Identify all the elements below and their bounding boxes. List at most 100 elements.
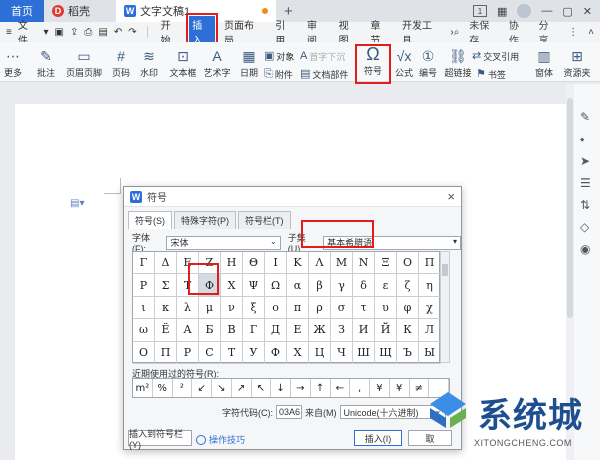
- symbol-cell[interactable]: Ι: [265, 252, 287, 275]
- search-icon[interactable]: ⌕: [454, 27, 460, 38]
- recent-symbol-cell[interactable]: →: [291, 379, 311, 397]
- symbol-cell[interactable]: Ф: [265, 341, 287, 364]
- font-select[interactable]: 宋体 ⌄: [166, 235, 281, 250]
- symbol-cell[interactable]: μ: [199, 296, 221, 320]
- symbol-cell[interactable]: Δ: [155, 252, 177, 275]
- symbol-cell[interactable]: Σ: [155, 274, 177, 297]
- ribbon-object-button[interactable]: ▣ 对象: [264, 48, 294, 64]
- sliders-icon[interactable]: ⇅: [580, 198, 590, 212]
- symbol-cell[interactable]: Й: [375, 319, 397, 342]
- maximize-icon[interactable]: ▢: [562, 5, 572, 18]
- symbol-cell[interactable]: Ν: [353, 252, 375, 275]
- symbol-cell[interactable]: Ц: [309, 341, 331, 364]
- ribbon-formula-button[interactable]: √x 公式: [392, 48, 416, 79]
- symbol-cell[interactable]: Д: [265, 319, 287, 342]
- tips-link[interactable]: 操作技巧: [196, 433, 245, 446]
- symbol-cell[interactable]: Η: [221, 252, 243, 275]
- scrollbar-thumb[interactable]: [442, 264, 448, 276]
- symbol-cell[interactable]: Ξ: [375, 252, 397, 275]
- symbol-cell[interactable]: Ω: [265, 274, 287, 297]
- char-code-input[interactable]: 03A6: [276, 405, 302, 419]
- symbol-cell[interactable]: π: [287, 296, 309, 320]
- shape-icon[interactable]: ◇: [580, 220, 589, 234]
- hamburger-icon[interactable]: ≡: [6, 27, 12, 38]
- ribbon-attachment-button[interactable]: ⎘ 附件: [264, 66, 293, 82]
- symbol-cell[interactable]: ν: [221, 296, 243, 320]
- ribbon-comment-button[interactable]: ✎ 批注: [34, 48, 58, 79]
- symbol-cell[interactable]: δ: [353, 274, 375, 297]
- symbol-cell[interactable]: Λ: [309, 252, 331, 275]
- recent-symbol-cell[interactable]: ¥: [370, 379, 390, 397]
- symbol-cell[interactable]: τ: [353, 296, 375, 320]
- symbol-cell[interactable]: Π: [419, 252, 441, 275]
- save-icon[interactable]: ▣: [55, 27, 64, 38]
- style-icon[interactable]: ⬩: [580, 132, 584, 147]
- recent-symbol-cell[interactable]: m²: [133, 379, 153, 397]
- recent-symbol-cell[interactable]: ←: [331, 379, 351, 397]
- settings-sliders-icon[interactable]: ☰: [580, 176, 591, 190]
- recent-symbol-cell[interactable]: ,: [350, 379, 370, 397]
- symbol-cell[interactable]: ι: [133, 296, 155, 320]
- ribbon-hyperlink-button[interactable]: ⛓ 超链接: [444, 48, 472, 79]
- select-icon[interactable]: ➤: [580, 154, 590, 168]
- symbol-cell[interactable]: У: [243, 341, 265, 364]
- symbol-cell[interactable]: χ: [419, 296, 441, 320]
- symbol-grid-scrollbar[interactable]: [440, 251, 450, 363]
- symbol-cell[interactable]: φ: [397, 296, 419, 320]
- symbol-cell[interactable]: γ: [331, 274, 353, 297]
- paragraph-layout-icon[interactable]: ▤▾: [70, 198, 84, 209]
- symbol-cell[interactable]: Ш: [353, 341, 375, 364]
- symbol-cell[interactable]: Б: [199, 319, 221, 342]
- symbol-cell[interactable]: О: [133, 341, 155, 364]
- symbol-cell[interactable]: Л: [419, 319, 441, 342]
- symbol-cell[interactable]: ω: [133, 319, 155, 342]
- symbol-cell[interactable]: Ё: [155, 319, 177, 342]
- symbol-cell[interactable]: А: [177, 319, 199, 342]
- symbol-cell[interactable]: Ж: [309, 319, 331, 342]
- symbol-cell[interactable]: κ: [155, 296, 177, 320]
- symbol-cell[interactable]: Ο: [397, 252, 419, 275]
- chevron-down-icon[interactable]: ▾: [44, 27, 49, 38]
- ribbon-bookmark-button[interactable]: ⚑ 书签: [476, 66, 506, 82]
- ribbon-header-footer-button[interactable]: ▭ 页眉页脚: [64, 48, 104, 79]
- grid-icon[interactable]: ▦: [497, 5, 507, 18]
- symbol-cell[interactable]: λ: [177, 296, 199, 320]
- redo-icon[interactable]: ↷: [128, 27, 136, 38]
- symbol-cell[interactable]: υ: [375, 296, 397, 320]
- print-preview-icon[interactable]: ▤: [98, 27, 107, 38]
- ribbon-wordart-button[interactable]: A 艺术字: [202, 48, 232, 79]
- scrollbar-thumb[interactable]: [567, 98, 573, 318]
- ribbon-watermark-button[interactable]: ≋ 水印: [134, 48, 164, 79]
- ribbon-textbox-button[interactable]: ⊡ 文本框: [168, 48, 198, 79]
- insert-button[interactable]: 插入(I): [354, 430, 402, 446]
- close-icon[interactable]: ✕: [583, 5, 592, 18]
- ribbon-resource-button[interactable]: ⊞ 资源夹: [562, 48, 592, 79]
- undo-icon[interactable]: ↶: [114, 27, 122, 38]
- symbol-cell[interactable]: Θ: [243, 252, 265, 275]
- symbol-cell[interactable]: Г: [243, 319, 265, 342]
- symbol-cell[interactable]: Ρ: [133, 274, 155, 297]
- recent-symbol-cell[interactable]: ¥: [390, 379, 410, 397]
- symbol-cell[interactable]: Ъ: [397, 341, 419, 364]
- avatar[interactable]: [517, 4, 532, 18]
- recent-symbol-cell[interactable]: %: [153, 379, 173, 397]
- symbol-cell[interactable]: σ: [331, 296, 353, 320]
- close-icon[interactable]: ×: [447, 189, 455, 204]
- more-options-icon[interactable]: ⋮: [568, 27, 578, 38]
- recent-symbol-cell[interactable]: ↘: [212, 379, 232, 397]
- symbol-cell[interactable]: Е: [287, 319, 309, 342]
- recent-symbol-cell[interactable]: ↙: [192, 379, 212, 397]
- ribbon-doc-parts-button[interactable]: ▤ 文档部件: [300, 66, 348, 82]
- minimize-icon[interactable]: —: [541, 5, 552, 17]
- ribbon-numbering-button[interactable]: ① 编号: [416, 48, 440, 79]
- ribbon-cross-ref-button[interactable]: ⇄ 交叉引用: [472, 48, 519, 64]
- symbol-cell[interactable]: Ы: [419, 341, 441, 364]
- symbol-cell[interactable]: Т: [221, 341, 243, 364]
- symbol-cell[interactable]: К: [397, 319, 419, 342]
- export-icon[interactable]: ⇪: [70, 27, 78, 38]
- symbol-cell[interactable]: Щ: [375, 341, 397, 364]
- recent-symbol-cell[interactable]: ↖: [252, 379, 272, 397]
- symbol-cell[interactable]: ρ: [309, 296, 331, 320]
- tab-symbols[interactable]: 符号(S): [128, 211, 172, 229]
- symbol-cell[interactable]: Χ: [221, 274, 243, 297]
